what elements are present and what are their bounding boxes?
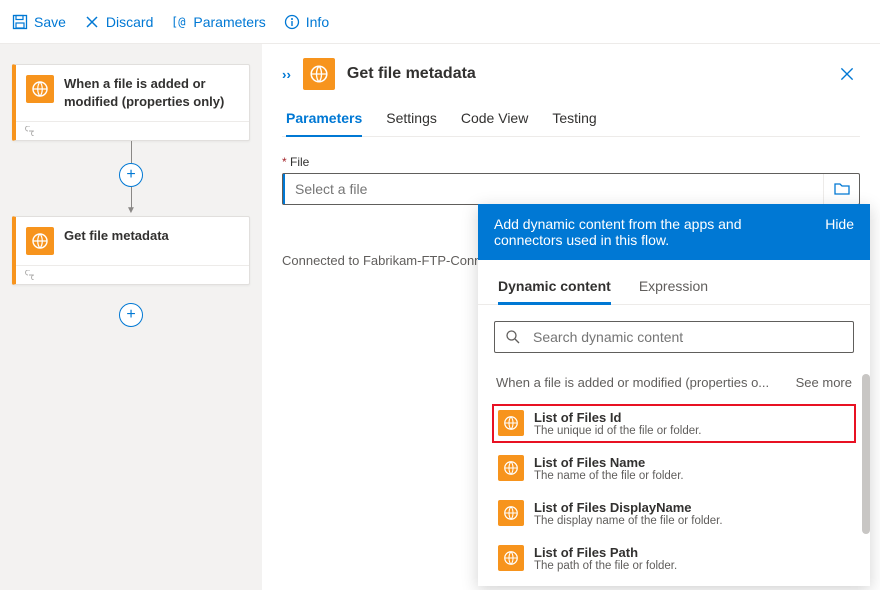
result-desc: The name of the file or folder. <box>534 470 684 482</box>
save-icon <box>12 14 28 30</box>
tab-parameters[interactable]: Parameters <box>286 102 362 136</box>
result-list-files-displayname[interactable]: List of Files DisplayName The display na… <box>492 494 856 533</box>
results-list: List of Files Id The unique id of the fi… <box>478 396 870 586</box>
parameters-label: Parameters <box>193 14 265 30</box>
svg-text:[@]: [@] <box>171 15 187 29</box>
discard-icon <box>84 14 100 30</box>
ftp-icon <box>498 545 524 571</box>
result-title: List of Files Name <box>534 455 684 470</box>
result-title: List of Files Path <box>534 545 677 560</box>
workflow-canvas: When a file is added or modified (proper… <box>0 44 262 590</box>
parameters-button[interactable]: [@] Parameters <box>171 14 265 30</box>
tab-dynamic-content[interactable]: Dynamic content <box>498 272 611 304</box>
ftp-icon <box>498 410 524 436</box>
connector-end: + <box>12 303 250 327</box>
detail-tabs: Parameters Settings Code View Testing <box>282 102 860 137</box>
link-icon <box>24 270 241 280</box>
detail-title: Get file metadata <box>347 65 822 83</box>
scrollbar[interactable] <box>862 374 870 534</box>
add-step-button-end[interactable]: + <box>119 303 143 327</box>
result-list-files-path[interactable]: List of Files Path The path of the file … <box>492 539 856 578</box>
tab-testing[interactable]: Testing <box>552 102 596 136</box>
discard-button[interactable]: Discard <box>84 14 153 30</box>
trigger-title: When a file is added or modified (proper… <box>64 75 239 111</box>
connector: + ▼ <box>12 141 250 216</box>
see-more-button[interactable]: See more <box>796 375 852 390</box>
link-icon <box>24 126 241 136</box>
result-desc: The display name of the file or folder. <box>534 515 723 527</box>
discard-label: Discard <box>106 14 153 30</box>
ftp-icon <box>26 227 54 255</box>
section-title: When a file is added or modified (proper… <box>496 375 769 390</box>
result-list-files-name[interactable]: List of Files Name The name of the file … <box>492 449 856 488</box>
info-label: Info <box>306 14 329 30</box>
close-icon <box>838 65 856 83</box>
file-input[interactable] <box>283 174 823 204</box>
search-icon <box>505 329 521 345</box>
save-label: Save <box>34 14 66 30</box>
search-input[interactable] <box>533 329 843 345</box>
toolbar: Save Discard [@] Parameters Info <box>0 0 880 44</box>
ftp-icon <box>303 58 335 90</box>
flyout-banner-text: Add dynamic content from the apps and co… <box>494 216 794 248</box>
parameters-icon: [@] <box>171 14 187 30</box>
tab-code-view[interactable]: Code View <box>461 102 528 136</box>
file-field-label: * File <box>282 155 860 169</box>
result-desc: The path of the file or folder. <box>534 560 677 572</box>
save-button[interactable]: Save <box>12 14 66 30</box>
info-button[interactable]: Info <box>284 14 329 30</box>
ftp-icon <box>498 500 524 526</box>
add-step-button[interactable]: + <box>119 163 143 187</box>
hide-button[interactable]: Hide <box>825 216 854 232</box>
tab-settings[interactable]: Settings <box>386 102 437 136</box>
result-title: List of Files DisplayName <box>534 500 723 515</box>
ftp-icon <box>26 75 54 103</box>
action-title: Get file metadata <box>64 227 169 255</box>
dynamic-content-flyout: Add dynamic content from the apps and co… <box>478 204 870 586</box>
collapse-button[interactable]: ›› <box>282 67 291 82</box>
search-box <box>494 321 854 353</box>
browse-folder-button[interactable] <box>823 174 859 204</box>
result-title: List of Files Id <box>534 410 702 425</box>
folder-icon <box>834 182 850 196</box>
ftp-icon <box>498 455 524 481</box>
action-card[interactable]: Get file metadata <box>12 216 250 285</box>
close-button[interactable] <box>834 61 860 87</box>
result-list-files-id[interactable]: List of Files Id The unique id of the fi… <box>492 404 856 443</box>
trigger-card[interactable]: When a file is added or modified (proper… <box>12 64 250 141</box>
info-icon <box>284 14 300 30</box>
result-desc: The unique id of the file or folder. <box>534 425 702 437</box>
tab-expression[interactable]: Expression <box>639 272 708 304</box>
flyout-tabs: Dynamic content Expression <box>478 260 870 305</box>
